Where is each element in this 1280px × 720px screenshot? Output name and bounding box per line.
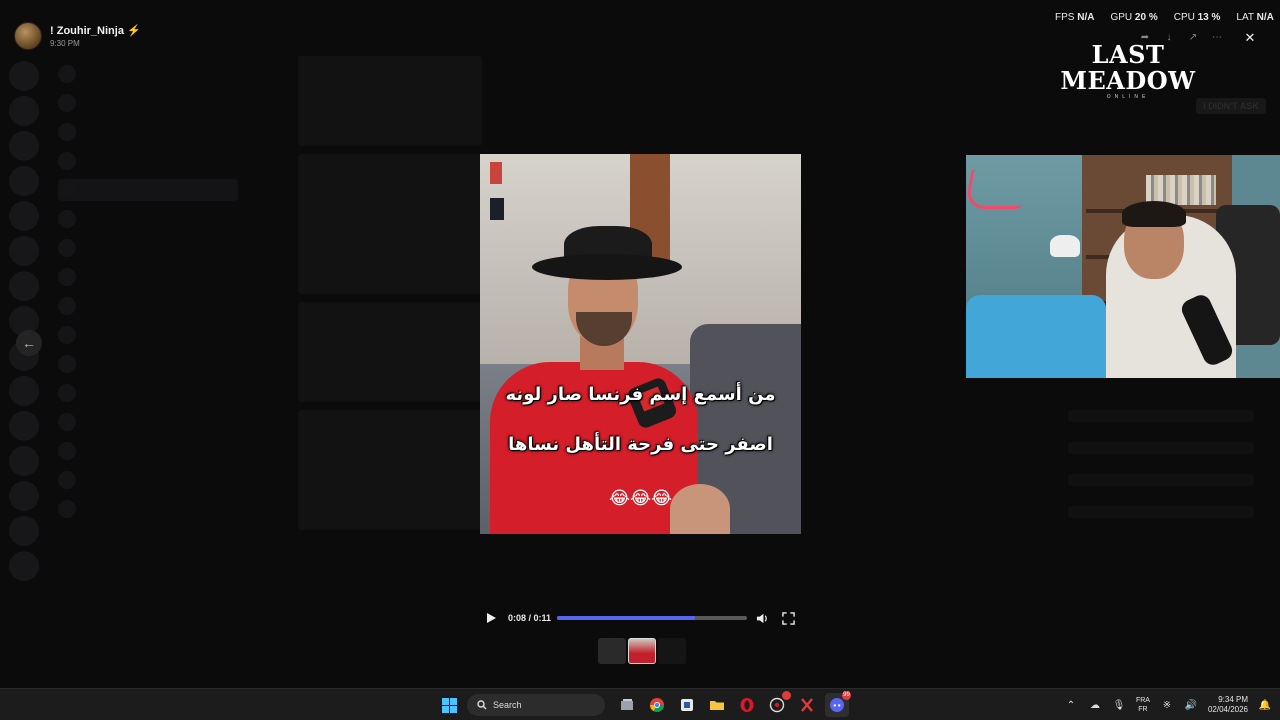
- discord-badge: 99: [842, 691, 851, 700]
- discord-icon: [830, 698, 844, 712]
- media-thumbnail[interactable]: [598, 638, 626, 664]
- media-thumbnail-strip: [598, 638, 686, 664]
- app-x-icon: [801, 698, 813, 712]
- video-frame[interactable]: من أسمع إسم فرنسا صار لونه اصفر حتى فرحة…: [480, 154, 801, 534]
- volume-tray-icon[interactable]: 🔊: [1184, 698, 1198, 712]
- play-button[interactable]: [480, 607, 502, 629]
- video-controls: 0:08 / 0:11: [480, 607, 801, 629]
- video-scene-sign: [490, 162, 502, 184]
- wifi-icon[interactable]: ※: [1160, 698, 1174, 712]
- language-indicator[interactable]: FRA FR: [1136, 696, 1150, 714]
- video-caption-emojis: 😂😂😂: [608, 488, 673, 509]
- sent-time: 9:30 PM: [50, 39, 80, 48]
- video-cowboy-hat-brim: [532, 254, 682, 280]
- volume-icon: [756, 613, 767, 623]
- search-icon: [477, 700, 487, 710]
- background-profile-panel: [1056, 390, 1266, 650]
- taskbar-task-view[interactable]: [615, 693, 639, 717]
- gpu-stat: GPU 20 %: [1110, 12, 1158, 23]
- store-app-icon: [681, 699, 693, 711]
- webcam-overlay: [966, 155, 1280, 378]
- close-viewer-button[interactable]: ✕: [1240, 28, 1260, 48]
- video-time: 0:08 / 0:11: [508, 613, 552, 623]
- webcam-neon-sign: [966, 169, 1028, 209]
- game-overlay-logo: LAST MEADOW ONLINE: [1040, 40, 1216, 101]
- video-caption-line-1: من أسمع إسم فرنسا صار لونه: [505, 384, 776, 405]
- search-label: Search: [493, 700, 522, 710]
- taskbar-discord[interactable]: 99: [825, 691, 851, 717]
- notification-dot: [782, 691, 791, 700]
- cpu-stat: CPU 13 %: [1173, 12, 1221, 23]
- lat-stat: LAT N/A: [1236, 12, 1274, 23]
- notification-icon[interactable]: 🔔: [1258, 698, 1272, 712]
- performance-hud: FPS N/A GPU 20 % CPU 13 % LAT N/A: [1055, 12, 1274, 23]
- webcam-lamp: [1050, 235, 1080, 257]
- screen: ! Zouhir_Ninja ⚡ 9:30 PM ← من أسمع إسم ف…: [0, 0, 1280, 720]
- close-icon: ✕: [1244, 30, 1256, 45]
- volume-button[interactable]: [751, 607, 773, 629]
- taskbar-clock[interactable]: 9:34 PM 02/04/2026: [1208, 695, 1248, 715]
- chevron-up-icon[interactable]: ⌃: [1064, 698, 1078, 712]
- windows-taskbar: Search 99 ⌃ ☁ 🎙 FRA FR ※ 🔊 9:34 PM 02/04…: [0, 688, 1280, 720]
- chrome-icon: [650, 698, 664, 712]
- video-seek-bar[interactable]: [557, 616, 748, 620]
- back-arrow-icon: ←: [22, 335, 36, 351]
- media-thumbnail-selected[interactable]: [628, 638, 656, 664]
- video-seek-progress: [557, 616, 696, 620]
- background-server-list: [0, 56, 48, 676]
- microphone-icon[interactable]: 🎙: [1112, 698, 1126, 712]
- windows-logo-icon: [441, 697, 457, 713]
- taskbar-browser[interactable]: [765, 691, 791, 717]
- browser-icon: [769, 697, 785, 713]
- overlay-dimmed-button: I DIDN'T ASK: [1196, 98, 1266, 114]
- fps-stat: FPS N/A: [1055, 12, 1095, 23]
- taskbar-app-store[interactable]: [675, 693, 699, 717]
- onedrive-icon[interactable]: ☁: [1088, 698, 1102, 712]
- media-viewer-header: ! Zouhir_Ninja ⚡ 9:30 PM: [14, 22, 141, 50]
- fullscreen-button[interactable]: [777, 607, 799, 629]
- taskbar-opera[interactable]: [735, 693, 759, 717]
- background-chat: [298, 56, 482, 646]
- previous-media-button[interactable]: ←: [16, 330, 42, 356]
- system-tray: ⌃ ☁ 🎙 FRA FR ※ 🔊 9:34 PM 02/04/2026 🔔: [1064, 692, 1272, 718]
- taskbar-app-red[interactable]: [795, 693, 819, 717]
- sender-avatar[interactable]: [14, 22, 42, 50]
- video-caption-line-2: اصفر حتى فرحة التأهل نساها: [508, 434, 773, 455]
- task-view-icon: [621, 699, 633, 710]
- sender-name[interactable]: ! Zouhir_Ninja ⚡: [50, 24, 141, 37]
- folder-icon: [710, 701, 724, 710]
- media-thumbnail[interactable]: [658, 638, 686, 664]
- start-button[interactable]: [437, 693, 461, 717]
- taskbar-apps: Search 99: [437, 691, 851, 717]
- webcam-sofa: [966, 295, 1106, 378]
- taskbar-file-explorer[interactable]: [705, 693, 729, 717]
- opera-icon: [740, 698, 754, 712]
- video-scene-number-plate: [490, 198, 504, 220]
- webcam-person-hair: [1122, 201, 1186, 227]
- taskbar-search[interactable]: Search: [467, 694, 605, 716]
- play-icon: [487, 613, 496, 623]
- background-dm-list: [50, 56, 246, 676]
- taskbar-chrome[interactable]: [645, 693, 669, 717]
- fullscreen-icon: [781, 611, 795, 625]
- game-logo-title: LAST MEADOW: [1060, 40, 1196, 95]
